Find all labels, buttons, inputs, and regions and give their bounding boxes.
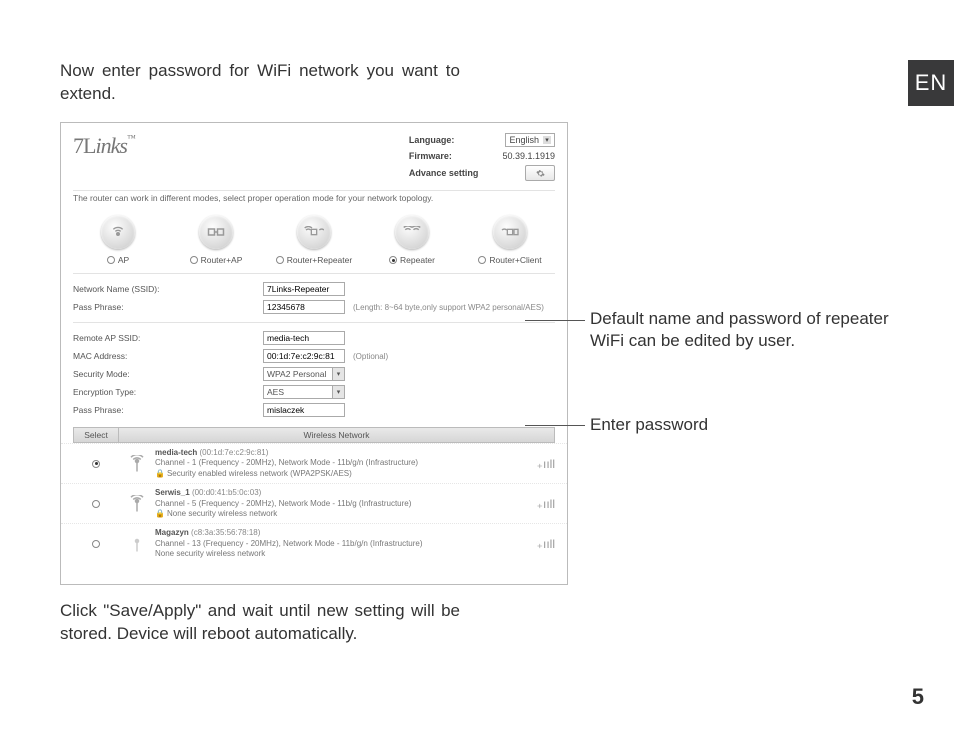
encryption-type-select[interactable]: AES ▾ xyxy=(263,385,345,399)
passphrase-label: Pass Phrase: xyxy=(73,302,263,312)
mode-option[interactable]: Router+AP xyxy=(171,215,261,265)
language-tab: EN xyxy=(908,60,954,106)
ssid-input[interactable] xyxy=(263,282,345,296)
gear-icon xyxy=(536,169,545,178)
router-admin-screenshot: 7Links™ Language: English ▾ Firmware: 50… xyxy=(60,122,568,585)
mode-icon xyxy=(395,215,429,249)
brand-logo: 7Links™ xyxy=(73,133,135,181)
mode-icon xyxy=(493,215,527,249)
antenna-icon xyxy=(119,455,155,473)
callout-default-credentials: Default name and password of repeater Wi… xyxy=(590,308,910,352)
antenna-icon xyxy=(119,535,155,553)
radio-icon[interactable] xyxy=(92,500,100,508)
wireless-network-info: Serwis_1 (00:d0:41:b5:0c:03)Channel - 5 … xyxy=(155,488,525,519)
mac-hint: (Optional) xyxy=(353,352,388,361)
ssid-label: Network Name (SSID): xyxy=(73,284,263,294)
security-mode-value: WPA2 Personal xyxy=(267,369,326,379)
language-select-value: English xyxy=(509,135,539,145)
security-mode-label: Security Mode: xyxy=(73,369,263,379)
callout-line xyxy=(525,425,585,426)
mode-icon xyxy=(101,215,135,249)
firmware-label: Firmware: xyxy=(409,151,479,161)
wireless-list-header: Wireless Network xyxy=(119,427,555,443)
wireless-network-info: media-tech (00:1d:7e:c2:9c:81)Channel - … xyxy=(155,448,525,479)
wireless-network-row[interactable]: Serwis_1 (00:d0:41:b5:0c:03)Channel - 5 … xyxy=(61,483,567,523)
mode-option[interactable]: Router+Client xyxy=(465,215,555,265)
instruction-intro: Now enter password for WiFi network you … xyxy=(60,60,460,106)
signal-strength-icon: ₊ııll xyxy=(525,457,555,471)
language-select[interactable]: English ▾ xyxy=(505,133,555,147)
encryption-type-label: Encryption Type: xyxy=(73,387,263,397)
remote-passphrase-label: Pass Phrase: xyxy=(73,405,263,415)
mode-label-text: Repeater xyxy=(400,255,435,265)
mode-option[interactable]: Repeater xyxy=(367,215,457,265)
advance-setting-label: Advance setting xyxy=(409,168,479,178)
wireless-network-row[interactable]: media-tech (00:1d:7e:c2:9c:81)Channel - … xyxy=(61,443,567,483)
lock-icon: 🔒 xyxy=(155,469,165,478)
radio-icon[interactable] xyxy=(92,460,100,468)
signal-strength-icon: ₊ııll xyxy=(525,497,555,511)
lock-icon: 🔒 xyxy=(155,509,165,518)
radio-icon xyxy=(190,256,198,264)
callout-enter-password: Enter password xyxy=(590,414,890,436)
encryption-type-value: AES xyxy=(267,387,284,397)
passphrase-input[interactable] xyxy=(263,300,345,314)
radio-icon xyxy=(389,256,397,264)
wireless-select-header: Select xyxy=(73,427,119,443)
callout-line xyxy=(525,320,585,321)
chevron-down-icon: ▾ xyxy=(332,386,344,398)
mode-label-text: Router+Client xyxy=(489,255,541,265)
advance-setting-button[interactable] xyxy=(525,165,555,181)
remote-ssid-input[interactable] xyxy=(263,331,345,345)
passphrase-hint: (Length: 8~64 byte,only support WPA2 per… xyxy=(353,303,544,312)
security-mode-select[interactable]: WPA2 Personal ▾ xyxy=(263,367,345,381)
signal-strength-icon: ₊ııll xyxy=(525,537,555,551)
wireless-network-info: Magazyn (c8:3a:35:56:78:18)Channel - 13 … xyxy=(155,528,525,559)
mode-option[interactable]: AP xyxy=(73,215,163,265)
mac-label: MAC Address: xyxy=(73,351,263,361)
antenna-icon xyxy=(119,495,155,513)
remote-passphrase-input[interactable] xyxy=(263,403,345,417)
mode-label-text: Router+Repeater xyxy=(287,255,352,265)
mode-option[interactable]: Router+Repeater xyxy=(269,215,359,265)
modes-description: The router can work in different modes, … xyxy=(61,191,567,209)
mode-label-text: Router+AP xyxy=(201,255,243,265)
firmware-value: 50.39.1.1919 xyxy=(502,151,555,161)
instruction-outro: Click "Save/Apply" and wait until new se… xyxy=(60,600,460,646)
language-label: Language: xyxy=(409,135,479,145)
mode-label-text: AP xyxy=(118,255,129,265)
page-number: 5 xyxy=(912,684,924,710)
radio-icon[interactable] xyxy=(92,540,100,548)
radio-icon xyxy=(478,256,486,264)
radio-icon xyxy=(107,256,115,264)
wireless-network-row[interactable]: Magazyn (c8:3a:35:56:78:18)Channel - 13 … xyxy=(61,523,567,563)
chevron-down-icon: ▾ xyxy=(332,368,344,380)
radio-icon xyxy=(276,256,284,264)
mode-icon xyxy=(199,215,233,249)
mode-icon xyxy=(297,215,331,249)
chevron-down-icon: ▾ xyxy=(543,136,551,144)
mac-input[interactable] xyxy=(263,349,345,363)
remote-ssid-label: Remote AP SSID: xyxy=(73,333,263,343)
